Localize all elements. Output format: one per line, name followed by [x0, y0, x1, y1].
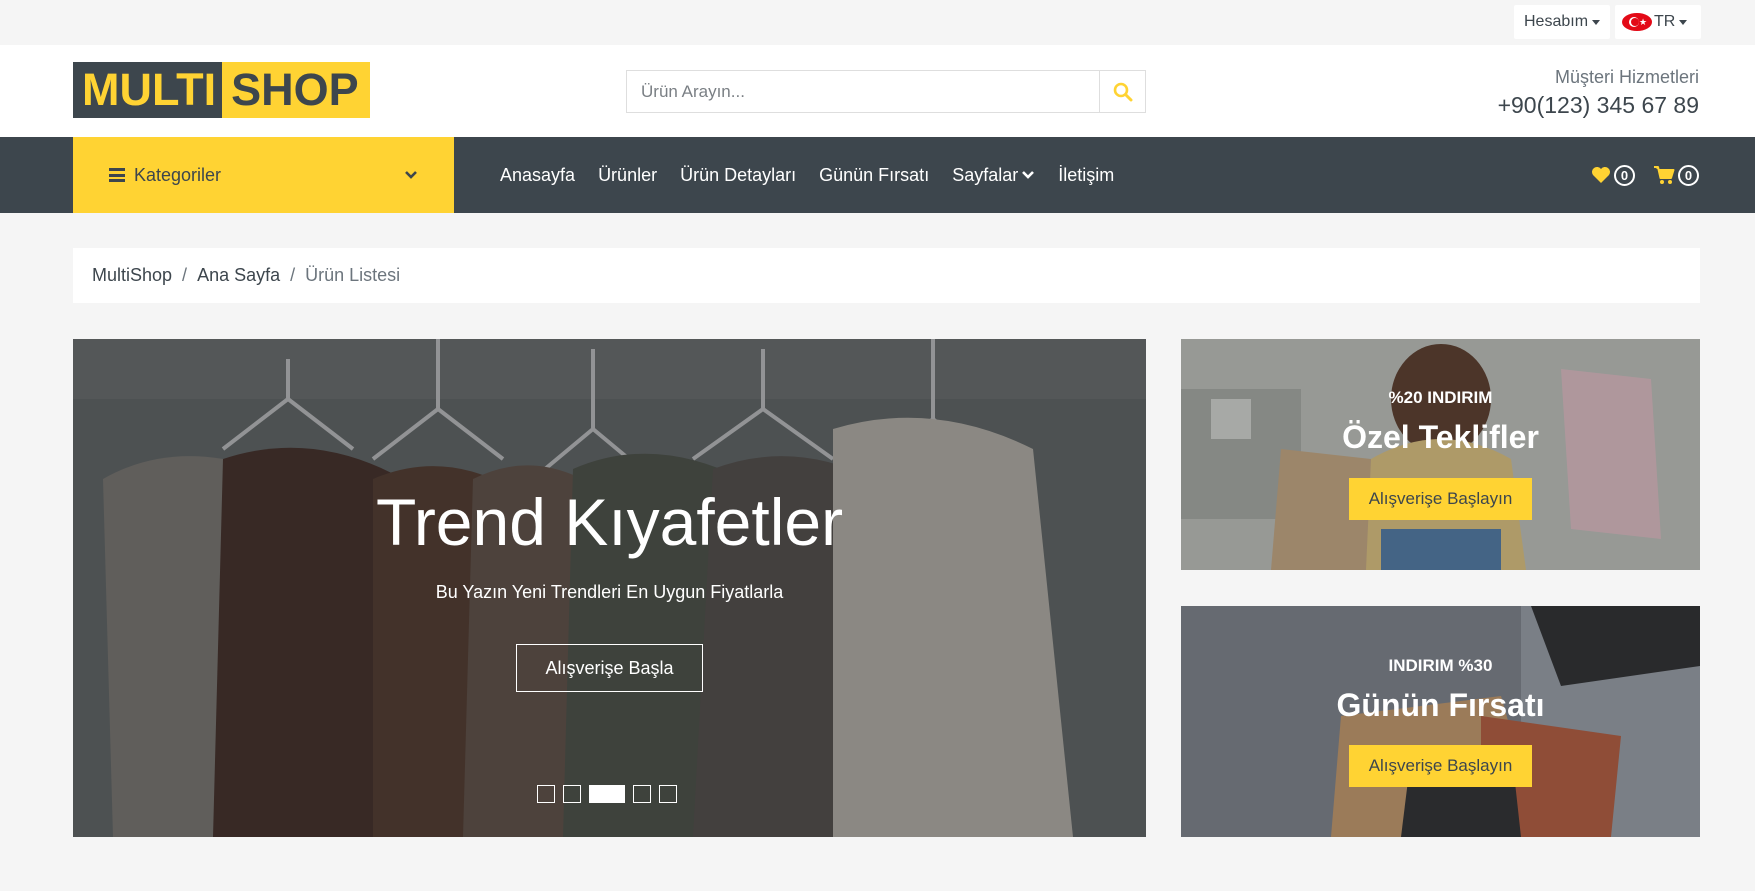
offer-tag: %20 INDIRIM: [1388, 388, 1493, 407]
carousel-indicators: [537, 785, 685, 803]
caret-down-icon: [1592, 19, 1601, 25]
cart-count: 0: [1678, 164, 1699, 186]
offer-card: INDIRIM %30 Günün Fırsatı Alışverişe Baş…: [1181, 606, 1700, 837]
language-label: TR: [1654, 13, 1676, 30]
chevron-down-icon: [405, 171, 417, 179]
wishlist-count: 0: [1614, 164, 1635, 186]
search-input[interactable]: [627, 71, 1099, 112]
breadcrumb-separator: /: [182, 265, 188, 285]
breadcrumb: MultiShop / Ana Sayfa / Ürün Listesi: [73, 248, 1700, 303]
carousel-dot[interactable]: [563, 785, 581, 803]
offer-title: Özel Teklifler: [1342, 419, 1539, 455]
breadcrumb-separator: /: [290, 265, 296, 285]
menu-icon: [109, 168, 125, 182]
nav-item-product-details[interactable]: Ürün Detayları: [680, 165, 796, 186]
wishlist-button[interactable]: 0: [1591, 164, 1635, 186]
customer-service: Müşteri Hizmetleri +90(123) 345 67 89: [1498, 65, 1699, 121]
offer-card: %20 INDIRIM Özel Teklifler Alışverişe Ba…: [1181, 339, 1700, 570]
search-icon: [1113, 82, 1132, 101]
caret-down-icon: [1679, 19, 1688, 25]
search-bar: [626, 70, 1146, 113]
logo-part2: SHOP: [222, 62, 370, 118]
chevron-down-icon: [1022, 171, 1035, 179]
hero-carousel: Trend Kıyafetler Bu Yazın Yeni Trendleri…: [73, 339, 1146, 837]
main-nav: Kategoriler Anasayfa Ürünler Ürün Detayl…: [0, 137, 1755, 213]
language-dropdown[interactable]: ★ TR: [1615, 5, 1702, 39]
account-dropdown[interactable]: Hesabım: [1514, 5, 1611, 39]
search-button[interactable]: [1099, 71, 1145, 112]
carousel-dot-active[interactable]: [589, 785, 625, 803]
nav-item-contact[interactable]: İletişim: [1058, 165, 1114, 186]
hero-shop-button[interactable]: Alışverişe Başla: [516, 644, 703, 692]
carousel-dot[interactable]: [537, 785, 555, 803]
heart-icon: [1592, 167, 1610, 183]
breadcrumb-current: Ürün Listesi: [305, 265, 401, 285]
nav-icons: 0 0: [1573, 137, 1699, 213]
offer-tag: INDIRIM %30: [1388, 656, 1493, 675]
turkey-flag-icon: ★: [1622, 13, 1652, 31]
nav-item-pages[interactable]: Sayfalar: [952, 165, 1035, 186]
nav-item-home[interactable]: Anasayfa: [500, 165, 575, 186]
breadcrumb-item[interactable]: MultiShop: [92, 265, 172, 286]
carousel-dot[interactable]: [633, 785, 651, 803]
logo-part1: MULTI: [73, 62, 223, 118]
offer-title: Günün Fırsatı: [1336, 687, 1545, 723]
account-label: Hesabım: [1524, 13, 1589, 30]
top-bar: Hesabım ★ TR: [0, 0, 1755, 45]
nav-item-pages-label: Sayfalar: [952, 164, 1019, 185]
nav-item-products[interactable]: Ürünler: [598, 165, 657, 186]
nav-menu: Anasayfa Ürünler Ürün Detayları Günün Fı…: [500, 137, 1137, 213]
logo[interactable]: MULTI SHOP: [73, 62, 370, 118]
cart-icon: [1654, 166, 1675, 184]
breadcrumb-item[interactable]: Ana Sayfa: [197, 265, 280, 286]
hero-subtitle: Bu Yazın Yeni Trendleri En Uygun Fiyatla…: [435, 582, 784, 602]
categories-toggle[interactable]: Kategoriler: [73, 137, 454, 213]
carousel-dot[interactable]: [659, 785, 677, 803]
nav-item-deal-of-day[interactable]: Günün Fırsatı: [819, 165, 929, 186]
customer-service-label: Müşteri Hizmetleri: [1554, 67, 1699, 87]
hero-title: Trend Kıyafetler: [375, 485, 844, 559]
phone-number: +90(123) 345 67 89: [1497, 92, 1699, 118]
categories-label: Kategoriler: [134, 164, 222, 185]
cart-button[interactable]: 0: [1653, 164, 1699, 186]
header: MULTI SHOP Müşteri Hizmetleri +90(123) 3…: [0, 45, 1755, 137]
offer-shop-button[interactable]: Alışverişe Başlayın: [1349, 478, 1532, 520]
offer-shop-button[interactable]: Alışverişe Başlayın: [1349, 745, 1532, 787]
